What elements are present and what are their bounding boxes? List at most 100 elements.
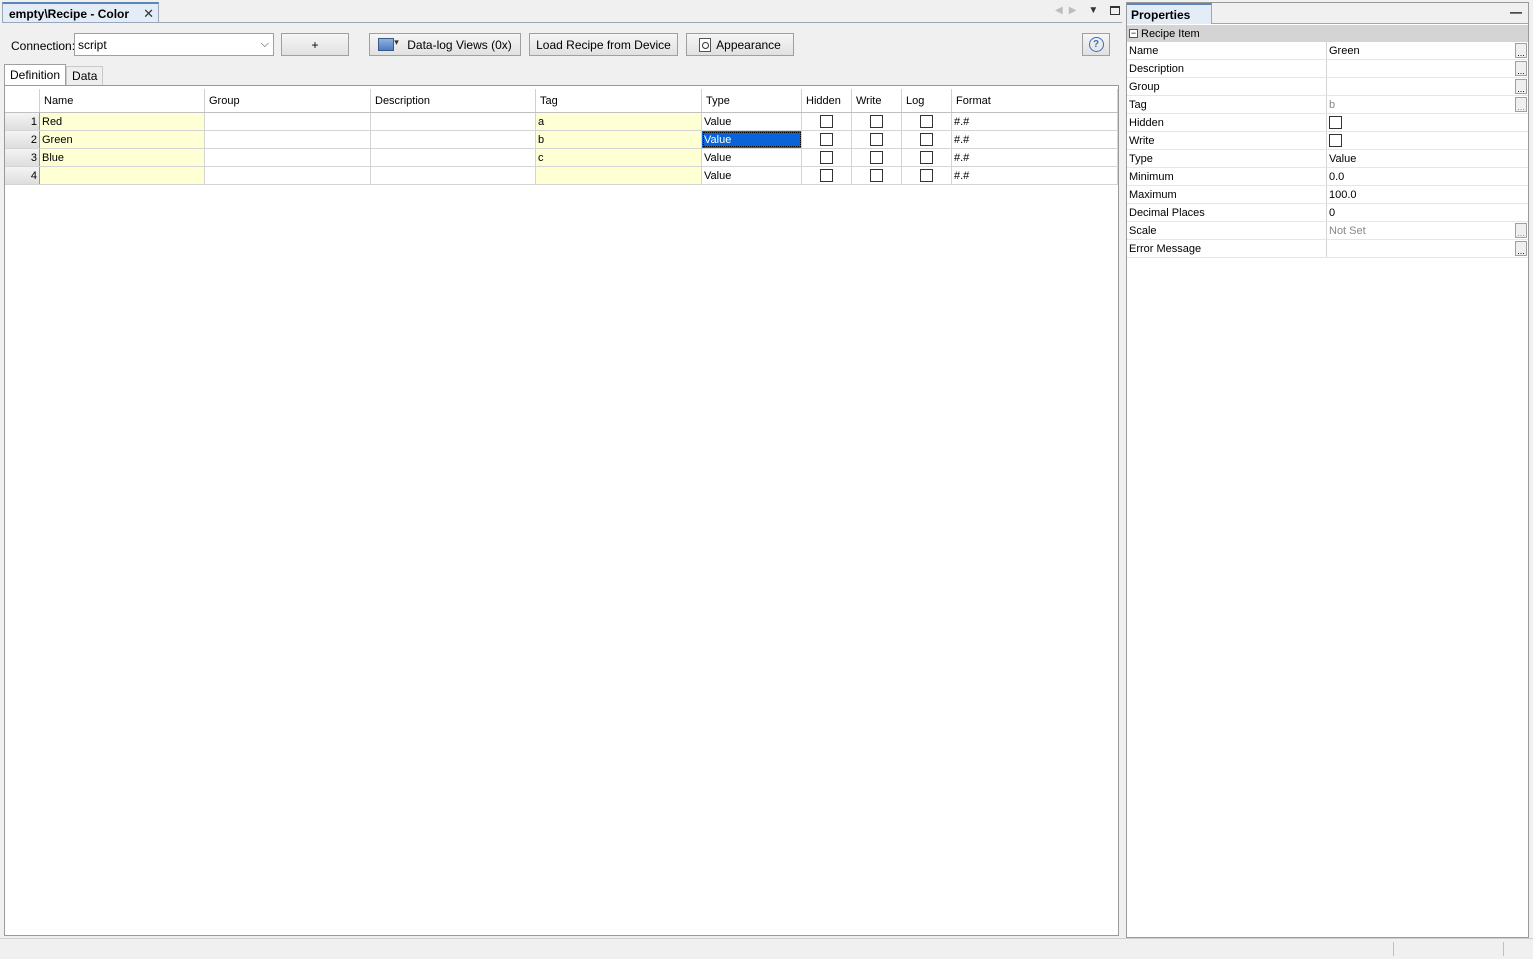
table-row[interactable]: 2 Green b Value #.# bbox=[5, 131, 1118, 149]
add-connection-button[interactable]: + bbox=[281, 33, 349, 56]
cell-group[interactable] bbox=[205, 131, 371, 148]
column-header-description[interactable]: Description bbox=[371, 89, 536, 112]
property-row[interactable]: Description... bbox=[1127, 60, 1528, 78]
cell-type[interactable]: Value bbox=[702, 113, 802, 130]
column-header-name[interactable]: Name bbox=[40, 89, 205, 112]
cell-type[interactable]: Value bbox=[702, 131, 802, 148]
property-row[interactable]: Name Green... bbox=[1127, 42, 1528, 60]
minimize-icon[interactable]: — bbox=[1510, 5, 1522, 19]
hidden-checkbox[interactable] bbox=[820, 115, 833, 128]
cell-description[interactable] bbox=[371, 131, 536, 148]
cell-type[interactable]: Value bbox=[702, 149, 802, 166]
cell-group[interactable] bbox=[205, 149, 371, 166]
cell-description[interactable] bbox=[371, 167, 536, 184]
ellipsis-button[interactable]: ... bbox=[1515, 79, 1527, 94]
ellipsis-button[interactable]: ... bbox=[1515, 61, 1527, 76]
cell-name[interactable]: Blue bbox=[40, 149, 205, 166]
property-value[interactable] bbox=[1327, 132, 1528, 149]
ellipsis-button[interactable]: ... bbox=[1515, 223, 1527, 238]
close-icon[interactable]: ✕ bbox=[143, 6, 154, 22]
maximize-icon[interactable] bbox=[1110, 5, 1121, 15]
property-value[interactable]: ... bbox=[1327, 60, 1528, 77]
property-value[interactable]: Value bbox=[1327, 150, 1528, 167]
row-number[interactable]: 1 bbox=[5, 113, 40, 130]
cell-format[interactable]: #.# bbox=[952, 113, 1118, 130]
log-checkbox[interactable] bbox=[920, 115, 933, 128]
column-header-tag[interactable]: Tag bbox=[536, 89, 702, 112]
cell-name[interactable]: Red bbox=[40, 113, 205, 130]
cell-description[interactable] bbox=[371, 149, 536, 166]
row-number[interactable]: 4 bbox=[5, 167, 40, 184]
scroll-right-icon[interactable]: ▶ bbox=[1069, 5, 1077, 16]
log-checkbox[interactable] bbox=[920, 151, 933, 164]
document-tab[interactable]: empty\Recipe - Color ✕ bbox=[2, 2, 159, 23]
hidden-checkbox[interactable] bbox=[820, 169, 833, 182]
load-recipe-button[interactable]: Load Recipe from Device bbox=[529, 33, 678, 56]
cell-format[interactable]: #.# bbox=[952, 149, 1118, 166]
cell-name[interactable] bbox=[40, 167, 205, 184]
column-header-log[interactable]: Log bbox=[902, 89, 952, 112]
cell-tag[interactable]: b bbox=[536, 131, 702, 148]
property-value[interactable]: b... bbox=[1327, 96, 1528, 113]
property-row[interactable]: Decimal Places 0 bbox=[1127, 204, 1528, 222]
table-row[interactable]: 3 Blue c Value #.# bbox=[5, 149, 1118, 167]
column-header-group[interactable]: Group bbox=[205, 89, 371, 112]
row-number[interactable]: 3 bbox=[5, 149, 40, 166]
column-header-hidden[interactable]: Hidden bbox=[802, 89, 852, 112]
collapse-icon[interactable]: − bbox=[1129, 29, 1138, 38]
property-value[interactable]: ... bbox=[1327, 78, 1528, 95]
property-value[interactable]: ... bbox=[1327, 240, 1528, 257]
ellipsis-button[interactable]: ... bbox=[1515, 97, 1527, 112]
write-checkbox[interactable] bbox=[870, 151, 883, 164]
help-button[interactable]: ? bbox=[1082, 33, 1110, 56]
property-row[interactable]: Maximum 100.0 bbox=[1127, 186, 1528, 204]
cell-type[interactable]: Value bbox=[702, 167, 802, 184]
cell-format[interactable]: #.# bbox=[952, 131, 1118, 148]
log-checkbox[interactable] bbox=[920, 133, 933, 146]
table-row[interactable]: 4 Value #.# bbox=[5, 167, 1118, 185]
row-number[interactable]: 2 bbox=[5, 131, 40, 148]
cell-description[interactable] bbox=[371, 113, 536, 130]
hidden-checkbox[interactable] bbox=[820, 151, 833, 164]
tab-data[interactable]: Data bbox=[66, 66, 104, 85]
column-header-write[interactable]: Write bbox=[852, 89, 902, 112]
datalog-views-button[interactable]: Data-log Views (0x) bbox=[369, 33, 521, 56]
tab-definition[interactable]: Definition bbox=[4, 64, 67, 85]
tab-list-dropdown-icon[interactable]: ▼ bbox=[1088, 5, 1098, 16]
table-row[interactable]: 1 Red a Value #.# bbox=[5, 113, 1118, 131]
column-header-format[interactable]: Format bbox=[952, 89, 1118, 112]
property-value[interactable]: 0.0 bbox=[1327, 168, 1528, 185]
scroll-left-icon[interactable]: ◀ bbox=[1055, 5, 1063, 16]
connection-combobox[interactable]: script ⌵ bbox=[74, 33, 274, 56]
ellipsis-button[interactable]: ... bbox=[1515, 43, 1527, 58]
property-row[interactable]: Scale Not Set... bbox=[1127, 222, 1528, 240]
cell-group[interactable] bbox=[205, 113, 371, 130]
property-row[interactable]: Tag b... bbox=[1127, 96, 1528, 114]
write-checkbox[interactable] bbox=[870, 169, 883, 182]
column-header-type[interactable]: Type bbox=[702, 89, 802, 112]
appearance-button[interactable]: Appearance bbox=[686, 33, 794, 56]
cell-tag[interactable]: c bbox=[536, 149, 702, 166]
cell-group[interactable] bbox=[205, 167, 371, 184]
cell-name[interactable]: Green bbox=[40, 131, 205, 148]
write-checkbox[interactable] bbox=[870, 133, 883, 146]
log-checkbox[interactable] bbox=[920, 169, 933, 182]
property-row[interactable]: Error Message... bbox=[1127, 240, 1528, 258]
property-row[interactable]: Hidden bbox=[1127, 114, 1528, 132]
property-value[interactable]: Green... bbox=[1327, 42, 1528, 59]
property-checkbox[interactable] bbox=[1329, 116, 1342, 129]
cell-tag[interactable]: a bbox=[536, 113, 702, 130]
properties-tab[interactable]: Properties bbox=[1127, 3, 1212, 24]
category-recipe-item[interactable]: − Recipe Item bbox=[1127, 25, 1528, 42]
property-row[interactable]: Write bbox=[1127, 132, 1528, 150]
property-value[interactable]: 0 bbox=[1327, 204, 1528, 221]
property-row[interactable]: Minimum 0.0 bbox=[1127, 168, 1528, 186]
property-value[interactable]: 100.0 bbox=[1327, 186, 1528, 203]
property-value[interactable]: Not Set... bbox=[1327, 222, 1528, 239]
property-row[interactable]: Group... bbox=[1127, 78, 1528, 96]
cell-format[interactable]: #.# bbox=[952, 167, 1118, 184]
cell-tag[interactable] bbox=[536, 167, 702, 184]
property-value[interactable] bbox=[1327, 114, 1528, 131]
hidden-checkbox[interactable] bbox=[820, 133, 833, 146]
ellipsis-button[interactable]: ... bbox=[1515, 241, 1527, 256]
